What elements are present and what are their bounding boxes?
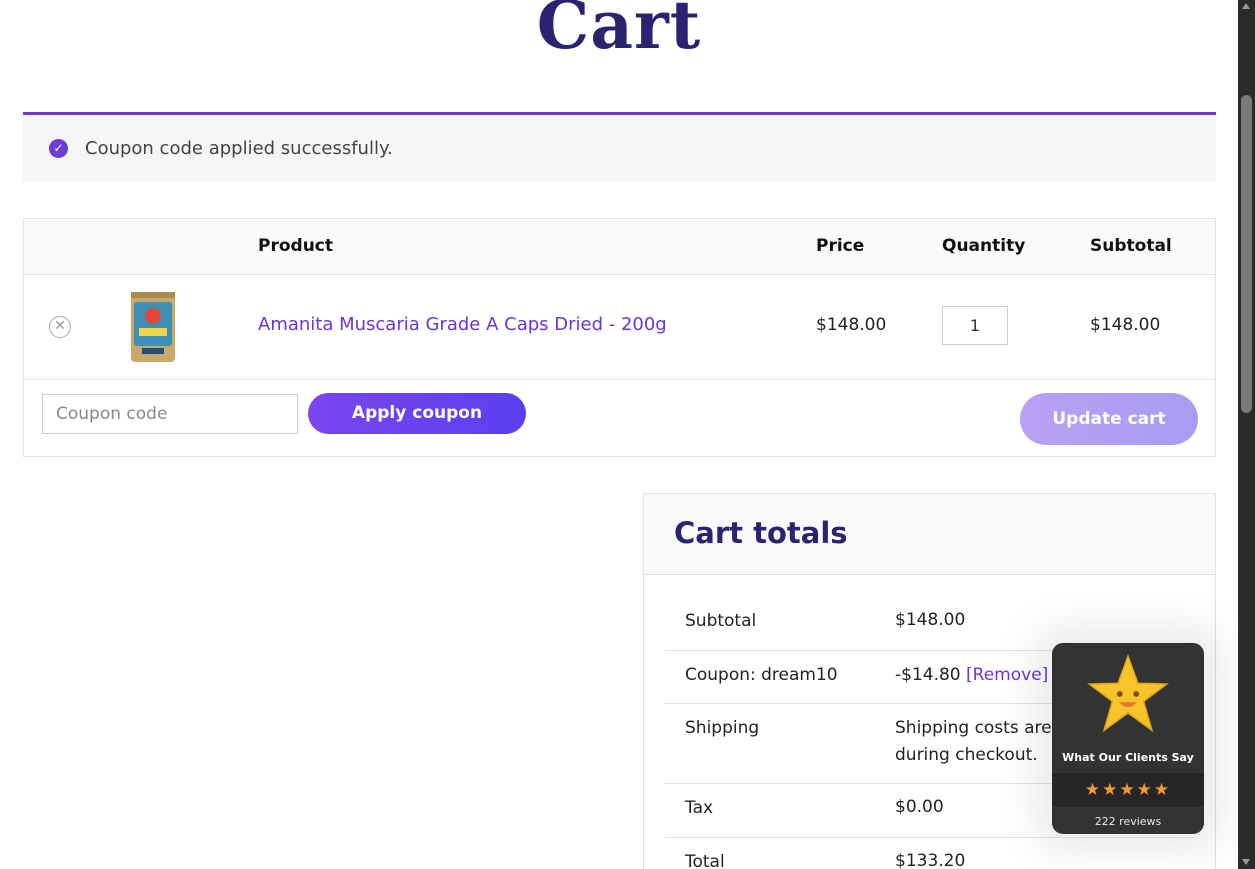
smiling-star-icon bbox=[1087, 653, 1169, 733]
cart-totals-title: Cart totals bbox=[674, 516, 848, 550]
shipping-label: Shipping bbox=[685, 718, 760, 738]
reviews-title: What Our Clients Say bbox=[1062, 751, 1194, 764]
star-rating-icons: ★★★★★ bbox=[1084, 780, 1172, 800]
coupon-discount: -$14.80 bbox=[895, 665, 961, 685]
table-row: ✕ Amanita Muscaria Grade A Caps Dried - … bbox=[24, 274, 1215, 380]
cart-page: Cart ✓ Coupon code applied successfully.… bbox=[0, 0, 1238, 869]
notice-message: Coupon code applied successfully. bbox=[85, 138, 393, 159]
coupon-value-group: -$14.80 [Remove] bbox=[895, 662, 1048, 689]
product-subtotal: $148.00 bbox=[1090, 315, 1161, 335]
header-quantity: Quantity bbox=[942, 236, 1026, 256]
product-link[interactable]: Amanita Muscaria Grade A Caps Dried - 20… bbox=[258, 314, 667, 335]
header-price: Price bbox=[816, 236, 865, 256]
check-circle-icon: ✓ bbox=[49, 139, 68, 158]
coupon-success-notice: ✓ Coupon code applied successfully. bbox=[23, 112, 1216, 181]
total-label: Total bbox=[685, 852, 725, 869]
scrollbar-thumb[interactable] bbox=[1241, 95, 1252, 413]
tax-value: $0.00 bbox=[895, 797, 944, 817]
page-scrollbar[interactable] bbox=[1238, 0, 1255, 869]
cart-table: Product Price Quantity Subtotal ✕ Amanit… bbox=[23, 218, 1216, 457]
quantity-input[interactable]: 1 bbox=[942, 306, 1008, 345]
update-cart-button[interactable]: Update cart bbox=[1020, 393, 1198, 445]
rating-stars: ★★★★★ bbox=[1052, 773, 1204, 807]
cart-totals-header: Cart totals bbox=[644, 494, 1215, 575]
remove-item-icon[interactable]: ✕ bbox=[49, 316, 71, 338]
reviews-count: 222 reviews bbox=[1094, 815, 1162, 828]
product-price: $148.00 bbox=[816, 315, 887, 335]
coupon-label: Coupon: dream10 bbox=[685, 665, 838, 685]
header-subtotal: Subtotal bbox=[1090, 236, 1172, 256]
subtotal-value: $148.00 bbox=[895, 610, 966, 630]
page-title: Cart bbox=[536, 0, 702, 64]
cart-actions: Apply coupon Update cart bbox=[24, 380, 1215, 458]
shipping-value-line-2: during checkout. bbox=[895, 745, 1038, 765]
totals-row-total: Total $133.20 bbox=[665, 837, 1195, 869]
total-value: $133.20 bbox=[895, 851, 966, 869]
header-product: Product bbox=[258, 236, 333, 256]
reviews-badge[interactable]: What Our Clients Say ★★★★★ 222 reviews bbox=[1052, 643, 1204, 834]
product-thumbnail[interactable] bbox=[128, 288, 178, 364]
remove-coupon-link[interactable]: [Remove] bbox=[966, 665, 1048, 685]
tax-label: Tax bbox=[685, 798, 714, 818]
shipping-value-line-1: Shipping costs are bbox=[895, 718, 1052, 738]
scroll-down-arrow-icon[interactable] bbox=[1242, 859, 1250, 865]
scroll-up-arrow-icon[interactable] bbox=[1242, 3, 1250, 9]
shipping-value: Shipping costs are during checkout. bbox=[895, 715, 1052, 769]
subtotal-label: Subtotal bbox=[685, 611, 757, 631]
table-header: Product Price Quantity Subtotal bbox=[24, 219, 1215, 275]
apply-coupon-button[interactable]: Apply coupon bbox=[308, 393, 526, 434]
coupon-code-input[interactable] bbox=[42, 394, 298, 434]
